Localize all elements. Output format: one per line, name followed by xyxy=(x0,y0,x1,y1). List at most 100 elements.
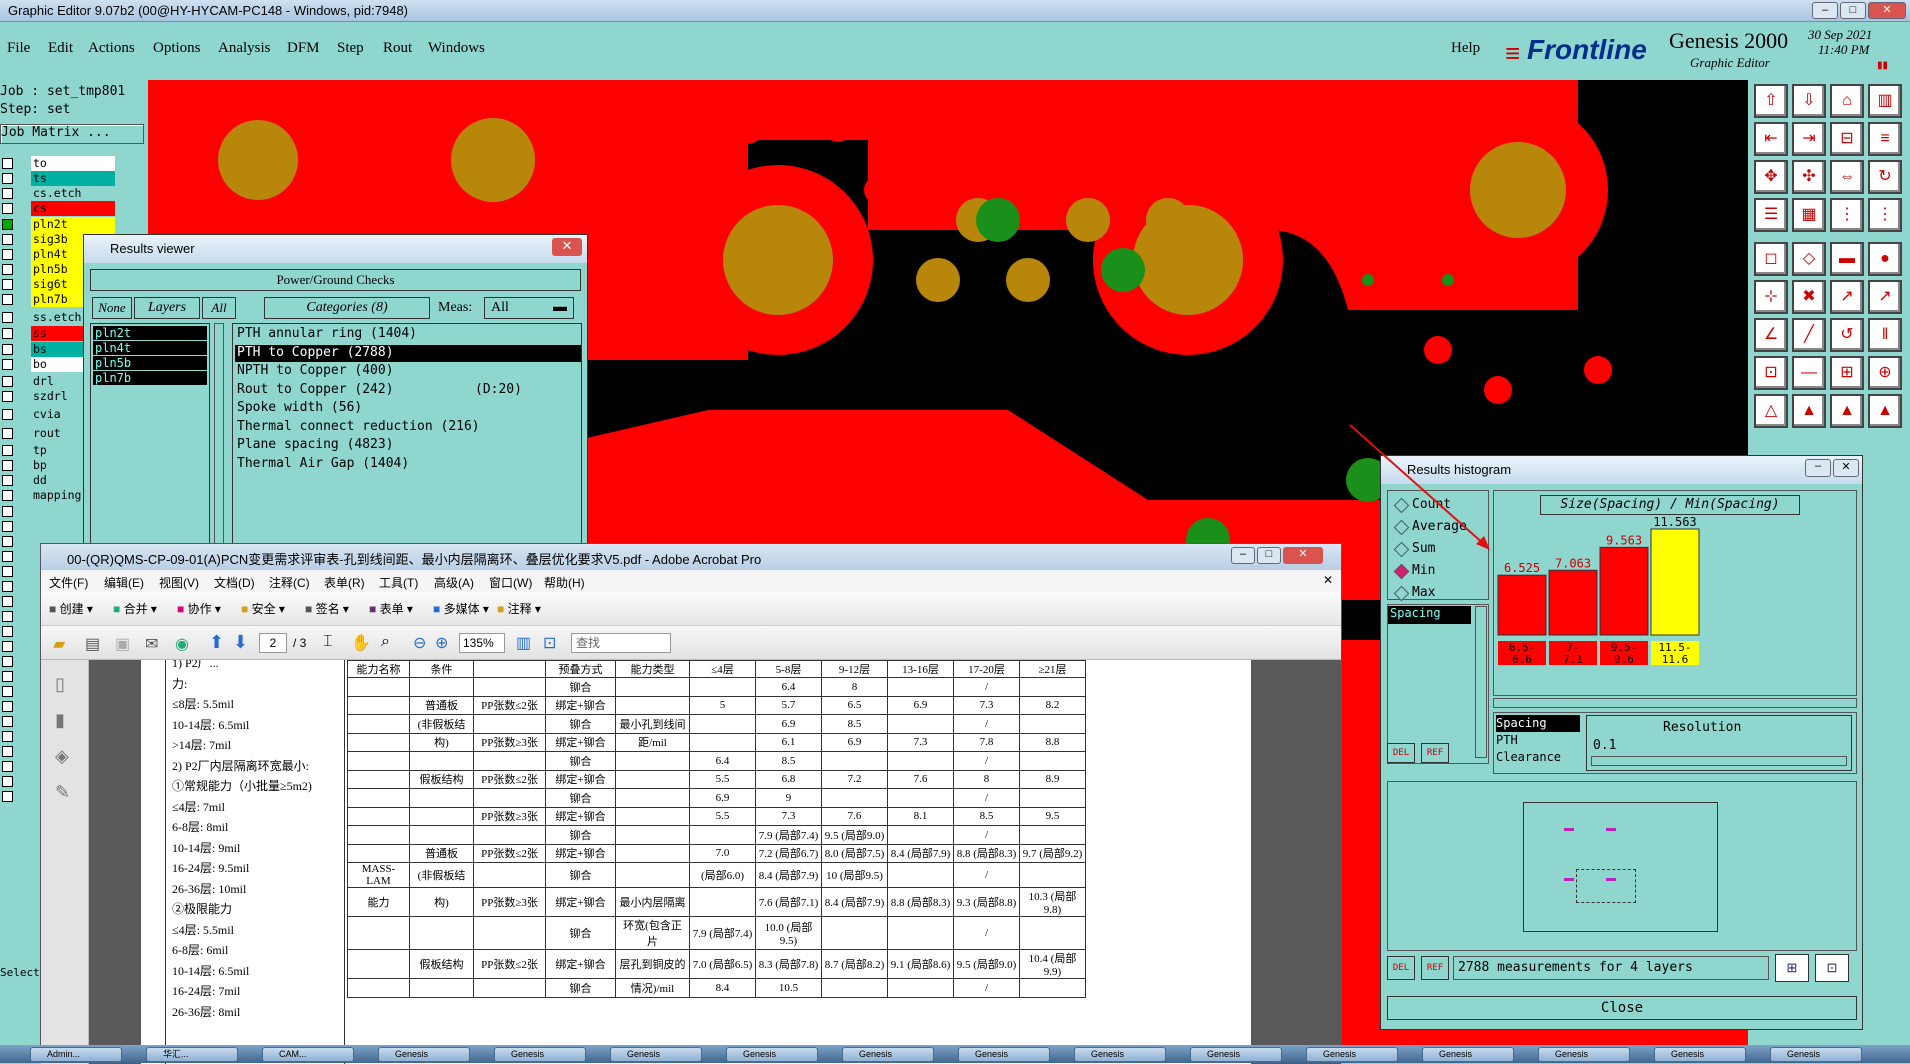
category-item[interactable]: Spoke width (56) xyxy=(235,400,581,417)
open-icon[interactable]: ▰ xyxy=(53,634,65,654)
toolbar-btn-5[interactable]: ⇤ xyxy=(1754,122,1788,156)
category-item[interactable]: Rout to Copper (242) (D:20) xyxy=(235,382,581,399)
close-window-button[interactable]: ✕ xyxy=(1868,2,1906,19)
result-layer-item[interactable]: pln7b xyxy=(93,371,207,385)
menu-options[interactable]: Options xyxy=(153,40,201,57)
resolution-slider[interactable] xyxy=(1591,756,1847,766)
stat-radio-max[interactable]: Max xyxy=(1388,585,1488,603)
hand-tool-icon[interactable]: ✋ xyxy=(351,633,371,653)
category-item[interactable]: NPTH to Copper (400) xyxy=(235,363,581,380)
histogram-svg[interactable]: 6.5256.5-6.67.0637-7.19.5639.5-9.611.563… xyxy=(1494,517,1856,691)
toolbar-btn-13[interactable]: ☰ xyxy=(1754,198,1788,232)
del-button[interactable]: DEL xyxy=(1387,956,1415,980)
toolbar-btn-36[interactable]: ▲ xyxy=(1868,394,1902,428)
next-page-icon[interactable]: ⬇ xyxy=(233,632,248,653)
share-icon[interactable]: ◉ xyxy=(175,634,189,654)
layer-checkbox[interactable] xyxy=(2,506,13,517)
toolbar-btn-29[interactable]: ⊡ xyxy=(1754,356,1788,390)
toolbar-btn-28[interactable]: ‖ xyxy=(1868,318,1902,352)
layer-checkbox[interactable] xyxy=(2,188,13,199)
toolbar-btn-30[interactable]: — xyxy=(1792,356,1826,390)
measure-item[interactable]: PTH xyxy=(1496,732,1580,749)
layer-checkbox[interactable] xyxy=(2,249,13,260)
field-list[interactable] xyxy=(1387,604,1489,764)
taskbar-item[interactable]: Genesis xyxy=(1190,1047,1282,1062)
layer-checkbox[interactable] xyxy=(2,611,13,622)
layer-checkbox[interactable] xyxy=(2,328,13,339)
menu-edit[interactable]: Edit xyxy=(48,40,73,57)
all-layers-button[interactable]: All xyxy=(202,297,236,319)
category-item[interactable]: Plane spacing (4823) xyxy=(235,437,581,454)
layer-name[interactable]: to xyxy=(31,156,115,171)
acrobat-maximize-button[interactable]: □ xyxy=(1257,547,1281,564)
measure-list[interactable]: Spacing PTH Clearance xyxy=(1496,715,1580,771)
toolbar-btn-8[interactable]: ≡ xyxy=(1868,122,1902,156)
layer-checkbox[interactable] xyxy=(2,746,13,757)
acrobat-doc-close-icon[interactable]: ✕ xyxy=(1323,573,1333,587)
prev-page-icon[interactable]: ⬆ xyxy=(209,632,224,653)
toolbar-btn-35[interactable]: ▲ xyxy=(1830,394,1864,428)
layer-checkbox[interactable] xyxy=(2,656,13,667)
toolbar-btn-12[interactable]: ↻ xyxy=(1868,160,1902,194)
layer-name[interactable]: ts xyxy=(31,171,115,186)
layer-checkbox[interactable] xyxy=(2,521,13,532)
toolbar-btn-14[interactable]: ▦ xyxy=(1792,198,1826,232)
zoom-in-icon[interactable]: ⊕ xyxy=(435,633,448,653)
histogram-bar[interactable] xyxy=(1650,528,1700,636)
toolbar-btn-24[interactable]: ↗ xyxy=(1868,280,1902,314)
layer-checkbox[interactable] xyxy=(2,686,13,697)
taskbar-item[interactable]: Genesis xyxy=(726,1047,818,1062)
layers-icon[interactable]: ◈ xyxy=(55,746,69,767)
histogram-scrollbar[interactable] xyxy=(1493,698,1857,708)
acrobat-menu-item[interactable]: 编辑(E) xyxy=(104,574,144,591)
layer-row-pln2t[interactable]: pln2t xyxy=(0,217,148,232)
menu-step[interactable]: Step xyxy=(337,40,364,57)
layer-checkbox[interactable] xyxy=(2,279,13,290)
layer-checkbox[interactable] xyxy=(2,203,13,214)
toolbar-btn-4[interactable]: ▥ xyxy=(1868,84,1902,118)
minimize-button[interactable]: – xyxy=(1812,2,1838,19)
fit-page-icon[interactable]: ▥ xyxy=(516,633,531,653)
acrobat-menu-item[interactable]: 文档(D) xyxy=(214,574,255,591)
layer-checkbox[interactable] xyxy=(2,173,13,184)
acrobat-menu-item[interactable]: 文件(F) xyxy=(49,574,88,591)
signatures-icon[interactable]: ✎ xyxy=(55,782,70,803)
acrobat-document-area[interactable]: 1) P2厂... 力: ≤8层: 5.5mil 10-14层: 6.5mil >14层… xyxy=(89,660,1341,1064)
acrobat-tool-6[interactable]: ■ 表单 ▾ xyxy=(369,600,413,617)
menu-file[interactable]: File xyxy=(7,40,30,57)
zoom-out-icon[interactable]: ⊖ xyxy=(413,633,426,653)
layer-row-cs[interactable]: cs xyxy=(0,201,148,216)
toolbar-btn-1[interactable]: ⇧ xyxy=(1754,84,1788,118)
menu-windows[interactable]: Windows xyxy=(428,40,485,57)
meas-select[interactable]: All ▬ xyxy=(484,297,574,319)
results-viewer-close-icon[interactable]: ✕ xyxy=(552,238,582,256)
histogram-bar[interactable] xyxy=(1497,574,1547,636)
print-icon[interactable]: ▤ xyxy=(85,634,100,654)
bookmarks-icon[interactable]: ▮ xyxy=(55,710,65,731)
acrobat-menu-item[interactable]: 视图(V) xyxy=(159,574,199,591)
layer-checkbox[interactable] xyxy=(2,445,13,456)
layer-row-ts[interactable]: ts xyxy=(0,171,148,186)
layer-list-scrollbar[interactable] xyxy=(214,323,224,549)
taskbar-item[interactable]: Genesis xyxy=(1306,1047,1398,1062)
layer-checkbox[interactable] xyxy=(2,490,13,501)
result-layer-item[interactable]: pln5b xyxy=(93,356,207,370)
layer-checkbox[interactable] xyxy=(2,344,13,355)
toolbar-btn-10[interactable]: ✣ xyxy=(1792,160,1826,194)
layer-checkbox[interactable] xyxy=(2,716,13,727)
layer-name[interactable]: pln2t xyxy=(31,217,115,232)
taskbar-item[interactable]: Genesis xyxy=(842,1047,934,1062)
taskbar-item[interactable]: Genesis xyxy=(610,1047,702,1062)
acrobat-menu-item[interactable]: 帮助(H) xyxy=(544,574,585,591)
layer-checkbox[interactable] xyxy=(2,264,13,275)
close-button[interactable]: Close xyxy=(1387,996,1857,1020)
fit-width-icon[interactable]: ⊡ xyxy=(543,633,556,653)
page-number-input[interactable]: 2 xyxy=(259,633,287,653)
measure-item[interactable]: Clearance xyxy=(1496,749,1580,766)
result-layer-item[interactable]: pln4t xyxy=(93,341,207,355)
save-icon[interactable]: ▣ xyxy=(115,634,130,654)
menu-analysis[interactable]: Analysis xyxy=(218,40,271,57)
taskbar-item[interactable]: Genesis xyxy=(1538,1047,1630,1062)
layers-button[interactable]: Layers xyxy=(134,297,200,319)
acrobat-menu-item[interactable]: 工具(T) xyxy=(379,574,418,591)
